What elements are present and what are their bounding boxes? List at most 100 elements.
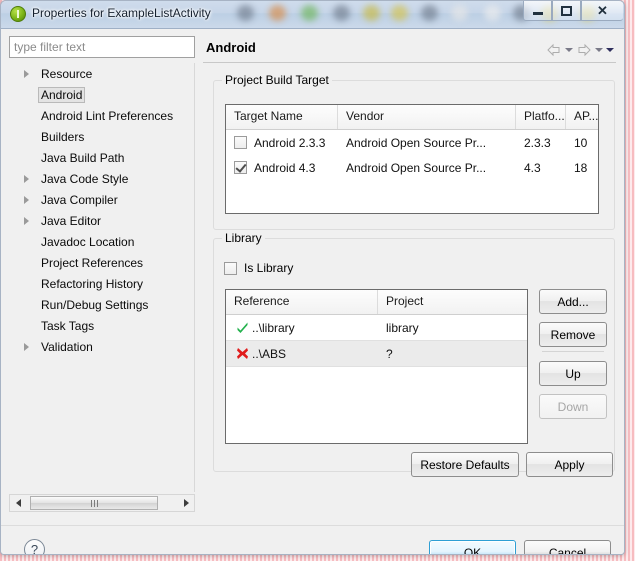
table-header-row: Reference Project	[226, 290, 527, 315]
cell-platform: 4.3	[524, 160, 541, 175]
cell-target-name[interactable]: Android 4.3	[226, 161, 338, 175]
move-up-button[interactable]: Up	[539, 361, 607, 386]
sidebar-item-java-code-style[interactable]: Java Code Style	[9, 168, 194, 189]
table-row[interactable]: Android 4.3 Android Open Source Pr... 4.…	[226, 155, 598, 180]
maximize-icon	[561, 5, 572, 16]
glass-reflection-blob	[451, 5, 468, 21]
cancel-button[interactable]: Cancel	[524, 540, 611, 554]
forward-arrow-icon[interactable]	[576, 43, 592, 57]
ok-button[interactable]: OK	[429, 540, 516, 554]
back-history-chevron-down-icon[interactable]	[565, 48, 573, 52]
sidebar-item-label: Java Code Style	[41, 171, 129, 186]
sidebar-item-run-debug-settings[interactable]: Run/Debug Settings	[9, 294, 194, 315]
cell-reference[interactable]: ..\ABS	[226, 347, 378, 361]
scrollbar-track[interactable]	[26, 495, 178, 511]
sidebar-item-label: Project References	[41, 255, 144, 270]
table-row[interactable]: ..\ABS ?	[226, 340, 527, 367]
glass-reflection-blob	[269, 5, 286, 21]
question-mark-icon[interactable]: ?	[24, 539, 45, 554]
remove-library-button[interactable]: Remove	[539, 322, 607, 347]
tree-horizontal-scrollbar[interactable]	[9, 494, 195, 512]
cell-target-name-label: Android 4.3	[254, 160, 316, 175]
apply-button[interactable]: Apply	[526, 452, 613, 477]
sidebar-item-java-compiler[interactable]: Java Compiler	[9, 189, 194, 210]
target-checkbox[interactable]	[234, 161, 247, 174]
column-header-reference[interactable]: Reference	[226, 290, 378, 314]
sidebar-item-label: Android	[38, 86, 86, 103]
add-library-button[interactable]: Add...	[539, 289, 607, 314]
cell-reference-label: ..\ABS	[252, 346, 287, 361]
glass-reflection-blob	[363, 5, 380, 21]
title-bar[interactable]: Properties for ExampleListActivity ✕	[1, 1, 624, 29]
settings-tree[interactable]: Resource Android Android Lint Preference…	[9, 63, 195, 492]
minimize-button[interactable]	[523, 1, 552, 21]
project-build-target-group: Project Build Target Target Name Vendor …	[213, 73, 615, 230]
dialog-body: Resource Android Android Lint Preference…	[1, 29, 624, 554]
cell-project: ?	[386, 346, 393, 361]
window-title: Properties for ExampleListActivity	[32, 6, 211, 20]
sidebar-item-label: Run/Debug Settings	[41, 297, 149, 312]
sidebar-item-label: Java Compiler	[41, 192, 118, 207]
column-header-project[interactable]: Project	[378, 290, 527, 314]
table-row[interactable]: ..\library library	[226, 315, 527, 340]
sidebar-item-javadoc-location[interactable]: Javadoc Location	[9, 231, 194, 252]
scroll-right-icon[interactable]	[178, 495, 194, 511]
sidebar-item-android-lint-preferences[interactable]: Android Lint Preferences	[9, 105, 194, 126]
cell-target-name-label: Android 2.3.3	[254, 135, 326, 150]
sidebar-item-refactoring-history[interactable]: Refactoring History	[9, 273, 194, 294]
cell-platform: 2.3.3	[524, 135, 551, 150]
is-library-checkbox[interactable]	[224, 261, 237, 275]
sidebar-item-validation[interactable]: Validation	[9, 336, 194, 357]
column-header-vendor[interactable]: Vendor	[338, 105, 516, 129]
target-checkbox[interactable]	[234, 136, 247, 149]
footer-separator	[1, 525, 624, 526]
sidebar-item-label: Refactoring History	[41, 276, 144, 291]
sidebar-item-resource[interactable]: Resource	[9, 63, 194, 84]
cell-vendor: Android Open Source Pr...	[346, 135, 487, 150]
glass-reflection-blob	[333, 5, 350, 21]
restore-defaults-button[interactable]: Restore Defaults	[411, 452, 519, 477]
chevron-right-icon[interactable]	[24, 216, 29, 225]
chevron-right-icon[interactable]	[24, 342, 29, 351]
column-header-api-level[interactable]: AP...	[566, 105, 598, 129]
sidebar-item-java-build-path[interactable]: Java Build Path	[9, 147, 194, 168]
red-x-icon	[234, 347, 250, 360]
cell-vendor: Android Open Source Pr...	[346, 160, 487, 175]
sidebar-item-label: Resource	[41, 66, 93, 81]
title-separator	[203, 62, 616, 63]
eclipse-green-circle-icon	[10, 6, 26, 22]
sidebar-item-java-editor[interactable]: Java Editor	[9, 210, 194, 231]
library-group: Library Is Library Reference Project ..\…	[213, 231, 615, 472]
column-header-platform[interactable]: Platfo...	[516, 105, 566, 129]
chevron-right-icon[interactable]	[24, 195, 29, 204]
chevron-right-icon[interactable]	[24, 174, 29, 183]
sidebar-item-builders[interactable]: Builders	[9, 126, 194, 147]
table-header-row: Target Name Vendor Platfo... AP...	[226, 105, 598, 130]
properties-dialog-window: Properties for ExampleListActivity ✕ Res…	[0, 0, 625, 555]
scrollbar-thumb[interactable]	[30, 496, 158, 510]
group-title-build-target: Project Build Target	[222, 73, 332, 87]
sidebar-item-project-references[interactable]: Project References	[9, 252, 194, 273]
table-row[interactable]: Android 2.3.3 Android Open Source Pr... …	[226, 130, 598, 155]
sidebar-item-android[interactable]: Android	[9, 84, 194, 105]
scroll-left-icon[interactable]	[10, 495, 26, 511]
back-arrow-icon[interactable]	[546, 43, 562, 57]
close-icon: ✕	[597, 3, 608, 18]
library-references-table[interactable]: Reference Project ..\library library ..\…	[225, 289, 528, 444]
cell-reference-label: ..\library	[252, 320, 295, 335]
sidebar-item-task-tags[interactable]: Task Tags	[9, 315, 194, 336]
is-library-row[interactable]: Is Library	[224, 261, 293, 275]
scrollbar-grip-icon	[90, 499, 98, 507]
sidebar-item-label: Android Lint Preferences	[41, 108, 174, 123]
move-down-button: Down	[539, 394, 607, 419]
forward-history-chevron-down-icon[interactable]	[595, 48, 603, 52]
cell-reference[interactable]: ..\library	[226, 321, 378, 335]
column-header-target-name[interactable]: Target Name	[226, 105, 338, 129]
view-menu-chevron-down-icon[interactable]	[606, 48, 614, 52]
close-button[interactable]: ✕	[581, 1, 623, 21]
maximize-button[interactable]	[552, 1, 581, 21]
cell-target-name[interactable]: Android 2.3.3	[226, 136, 338, 150]
filter-input[interactable]	[9, 36, 195, 58]
build-target-table[interactable]: Target Name Vendor Platfo... AP... Andro…	[225, 104, 599, 214]
chevron-right-icon[interactable]	[24, 69, 29, 78]
